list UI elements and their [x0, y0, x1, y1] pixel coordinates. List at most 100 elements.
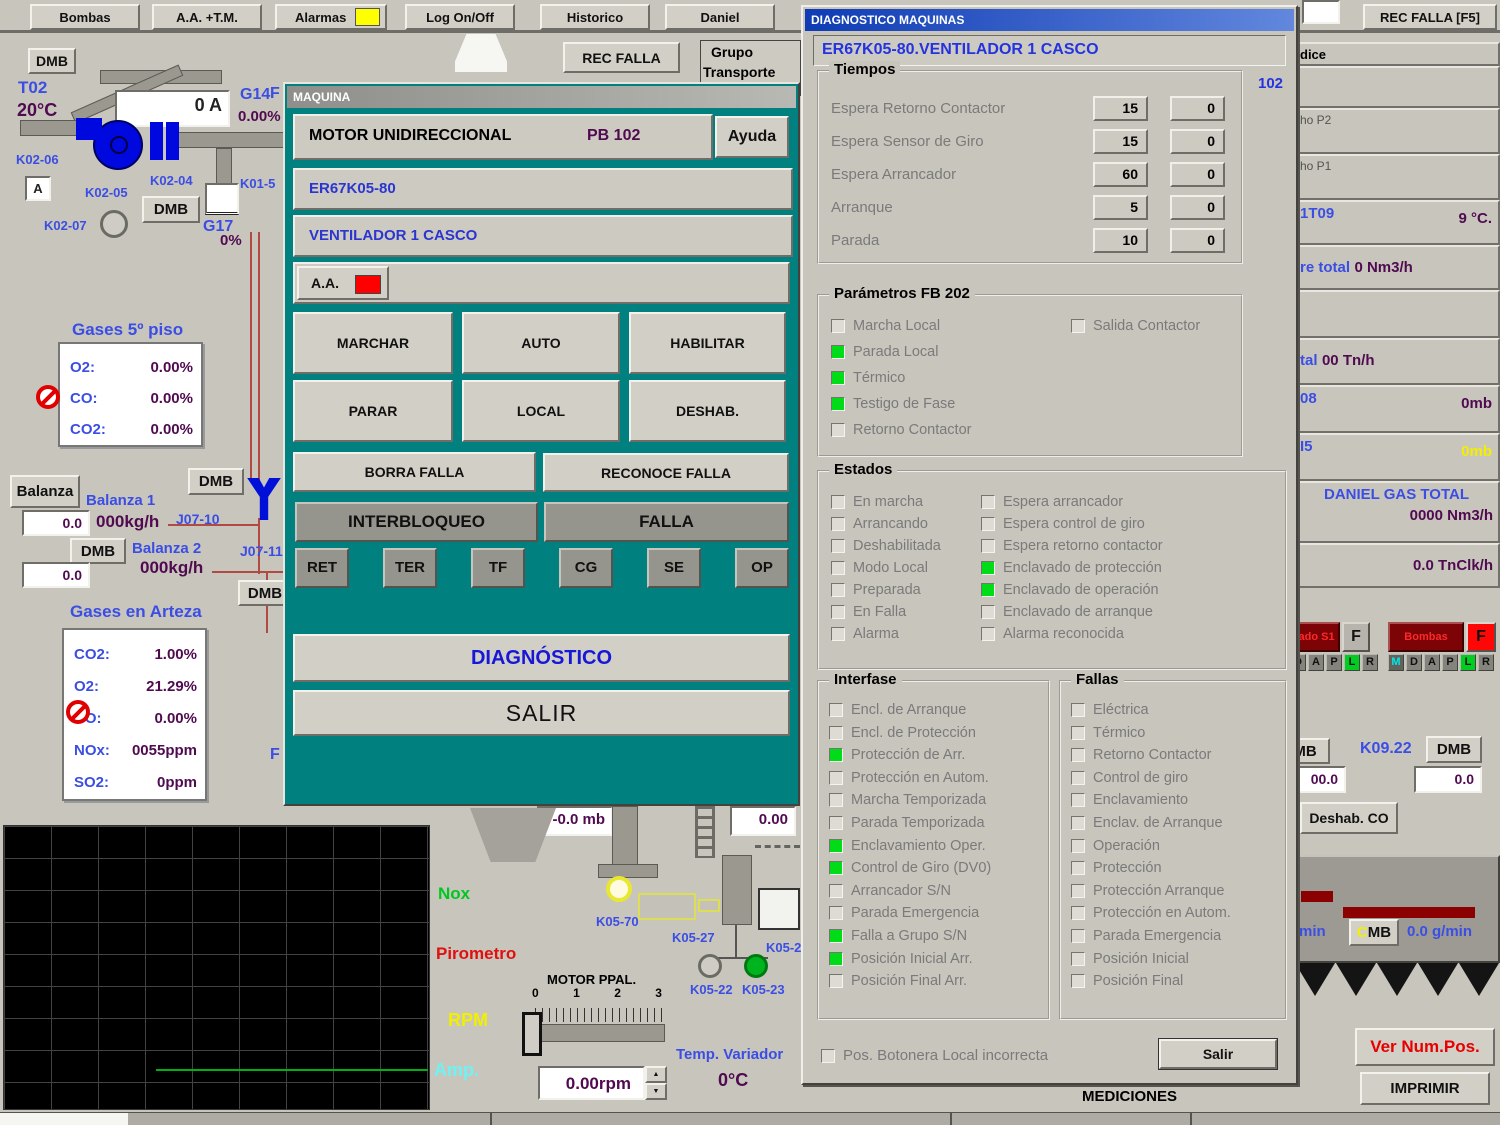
estado-checkbox[interactable]	[981, 517, 995, 531]
rec-falla-button[interactable]: REC FALLA	[563, 42, 680, 73]
estado-row[interactable]: Alarma	[831, 626, 941, 642]
falla-row[interactable]: Enclav. de Arranque	[1071, 815, 1231, 831]
interfase-row[interactable]: Protección de Arr.	[829, 747, 991, 763]
estado-row[interactable]: En marcha	[831, 494, 941, 510]
estado-row[interactable]: Preparada	[831, 582, 941, 598]
estado-checkbox[interactable]	[981, 495, 995, 509]
param-checkbox[interactable]	[831, 397, 845, 411]
param-checkbox[interactable]	[1071, 319, 1085, 333]
falla-row[interactable]: Térmico	[1071, 725, 1231, 741]
estado-checkbox[interactable]	[831, 539, 845, 553]
tiempo-actual[interactable]: 0	[1170, 129, 1225, 154]
param-row[interactable]: Salida Contactor	[1071, 318, 1200, 334]
tiempo-setpoint[interactable]: 15	[1093, 96, 1148, 121]
estado-checkbox[interactable]	[981, 561, 995, 575]
falla-row[interactable]: Protección en Autom.	[1071, 905, 1231, 921]
falla-row[interactable]: Enclavamiento	[1071, 792, 1231, 808]
valve-icon-gray[interactable]	[698, 954, 722, 978]
falla-checkbox[interactable]	[1071, 952, 1085, 966]
diagnostico-titlebar[interactable]: DIAGNOSTICO MAQUINAS	[805, 9, 1294, 31]
estado-row[interactable]: Enclavado de protección	[981, 560, 1163, 576]
interfase-row[interactable]: Falla a Grupo S/N	[829, 928, 991, 944]
alarmas-button[interactable]: Alarmas	[275, 4, 387, 30]
estado-checkbox[interactable]	[981, 627, 995, 641]
estado-checkbox[interactable]	[831, 495, 845, 509]
group1-f-key[interactable]: F	[1342, 622, 1370, 652]
historico-button[interactable]: Historico	[540, 4, 650, 30]
interfase-row[interactable]: Parada Emergencia	[829, 905, 991, 921]
deshab-co-button[interactable]: Deshab. CO	[1300, 802, 1398, 834]
ver-num-pos-button[interactable]: Ver Num.Pos.	[1355, 1028, 1495, 1066]
estado-row[interactable]: Enclavado de operación	[981, 582, 1163, 598]
interfase-row[interactable]: Enclavamiento Oper.	[829, 838, 991, 854]
interfase-checkbox[interactable]	[829, 974, 843, 988]
falla-checkbox[interactable]	[1071, 726, 1085, 740]
ayuda-button[interactable]: Ayuda	[715, 116, 789, 158]
falla-checkbox[interactable]	[1071, 748, 1085, 762]
interfase-checkbox[interactable]	[829, 929, 843, 943]
param-row[interactable]: Parada Local	[831, 344, 971, 360]
estado-checkbox[interactable]	[831, 517, 845, 531]
estado-checkbox[interactable]	[831, 627, 845, 641]
dmb-button-4[interactable]: DMB	[70, 538, 126, 564]
spin-up-button[interactable]: ▲	[645, 1066, 667, 1083]
status-key[interactable]: M	[1388, 654, 1404, 671]
interfase-checkbox[interactable]	[829, 793, 843, 807]
estado-checkbox[interactable]	[831, 583, 845, 597]
trend-chart[interactable]	[3, 825, 430, 1110]
interfase-checkbox[interactable]	[829, 839, 843, 853]
reconoce-falla-button[interactable]: RECONOCE FALLA	[543, 453, 789, 492]
param-row[interactable]: Retorno Contactor	[831, 422, 971, 438]
cmb-button[interactable]: CMB	[1349, 919, 1399, 946]
bombas-button[interactable]: Bombas	[30, 4, 140, 30]
interfase-row[interactable]: Protección en Autom.	[829, 770, 991, 786]
interfase-row[interactable]: Posición Inicial Arr.	[829, 951, 991, 967]
tiempo-setpoint[interactable]: 15	[1093, 129, 1148, 154]
salir-button[interactable]: SALIR	[293, 690, 790, 736]
interfase-row[interactable]: Encl. de Protección	[829, 725, 991, 741]
group2-f-key[interactable]: F	[1466, 622, 1496, 652]
falla-checkbox[interactable]	[1071, 771, 1085, 785]
command-button[interactable]: MARCHAR	[293, 312, 453, 374]
falla-row[interactable]: Posición Inicial	[1071, 951, 1231, 967]
param-row[interactable]: Testigo de Fase	[831, 396, 971, 412]
param-row[interactable]: Marcha Local	[831, 318, 971, 334]
interfase-checkbox[interactable]	[829, 771, 843, 785]
falla-row[interactable]: Protección	[1071, 860, 1231, 876]
tiempo-actual[interactable]: 0	[1170, 96, 1225, 121]
interfase-checkbox[interactable]	[829, 884, 843, 898]
estado-row[interactable]: En Falla	[831, 604, 941, 620]
falla-row[interactable]: Parada Emergencia	[1071, 928, 1231, 944]
interfase-row[interactable]: Marcha Temporizada	[829, 792, 991, 808]
spin-down-button[interactable]: ▼	[645, 1083, 667, 1100]
interfase-checkbox[interactable]	[829, 748, 843, 762]
estado-row[interactable]: Deshabilitada	[831, 538, 941, 554]
diag-salir-button[interactable]: Salir	[1159, 1039, 1277, 1069]
interfase-checkbox[interactable]	[829, 703, 843, 717]
param-row[interactable]: Térmico	[831, 370, 971, 386]
falla-checkbox[interactable]	[1071, 906, 1085, 920]
aa-button[interactable]: A.A.	[297, 266, 389, 300]
interfase-checkbox[interactable]	[829, 726, 843, 740]
rec-falla-f5-button[interactable]: REC FALLA [F5]	[1363, 4, 1497, 30]
falla-row[interactable]: Retorno Contactor	[1071, 747, 1231, 763]
slider-handle[interactable]	[522, 1012, 542, 1056]
dmb-button-6[interactable]: DMB	[1426, 736, 1482, 763]
tiempo-setpoint[interactable]: 5	[1093, 195, 1148, 220]
tiempo-setpoint[interactable]: 10	[1093, 228, 1148, 253]
borra-falla-button[interactable]: BORRA FALLA	[293, 452, 536, 492]
interfase-checkbox[interactable]	[829, 906, 843, 920]
interfase-row[interactable]: Encl. de Arranque	[829, 702, 991, 718]
estado-checkbox[interactable]	[831, 561, 845, 575]
daniel-button[interactable]: Daniel	[665, 4, 775, 30]
diagnostico-button[interactable]: DIAGNÓSTICO	[293, 634, 790, 682]
param-checkbox[interactable]	[831, 319, 845, 333]
estado-row[interactable]: Espera retorno contactor	[981, 538, 1163, 554]
estado-checkbox[interactable]	[981, 583, 995, 597]
interfase-row[interactable]: Arrancador S/N	[829, 883, 991, 899]
falla-row[interactable]: Posición Final	[1071, 973, 1231, 989]
estado-row[interactable]: Arrancando	[831, 516, 941, 532]
falla-row[interactable]: Eléctrica	[1071, 702, 1231, 718]
valve-icon-green[interactable]	[744, 954, 768, 978]
falla-checkbox[interactable]	[1071, 861, 1085, 875]
